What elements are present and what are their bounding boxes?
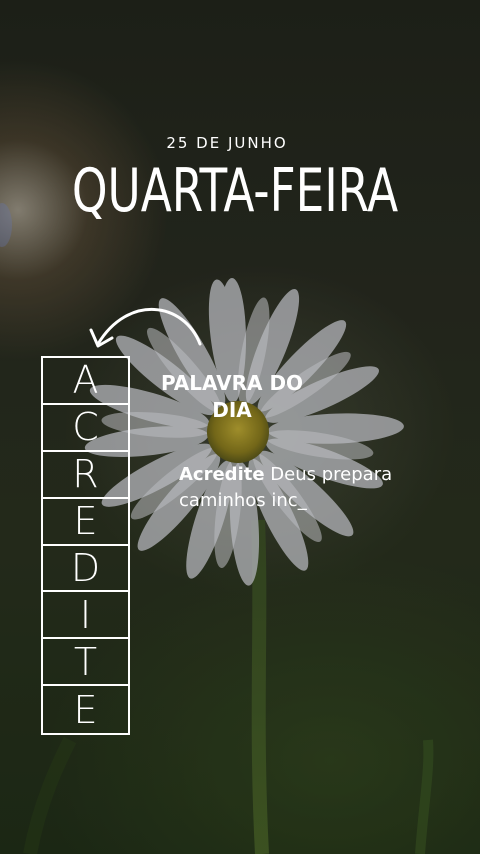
letter-box: D xyxy=(43,546,128,593)
word-letter-column: A C R E D I T E xyxy=(41,356,130,736)
letter-box: I xyxy=(43,592,128,640)
heading-line-1: PALAVRA DO xyxy=(160,371,304,395)
letter-box: E xyxy=(43,499,128,546)
letter-box: E xyxy=(73,687,98,732)
letter-box: R xyxy=(43,452,128,499)
letter-box: C xyxy=(43,405,128,452)
weekday-title: QUARTA-FEIRA xyxy=(71,156,399,226)
word-of-day-heading: PALAVRA DO DIA xyxy=(150,370,314,424)
curved-arrow-icon xyxy=(89,307,202,348)
letter-box: T xyxy=(43,639,128,687)
highlighted-word: Acredite xyxy=(179,464,265,485)
date-label: 25 DE JUNHO xyxy=(166,134,288,152)
story-card: 25 DE JUNHO QUARTA-FEIRA A C R E D I T E… xyxy=(0,0,480,854)
letter-box: A xyxy=(43,358,128,405)
word-of-day-message: Acredite Deus prepara caminhos inc_ xyxy=(179,462,439,514)
heading-line-2: DIA xyxy=(212,398,252,422)
